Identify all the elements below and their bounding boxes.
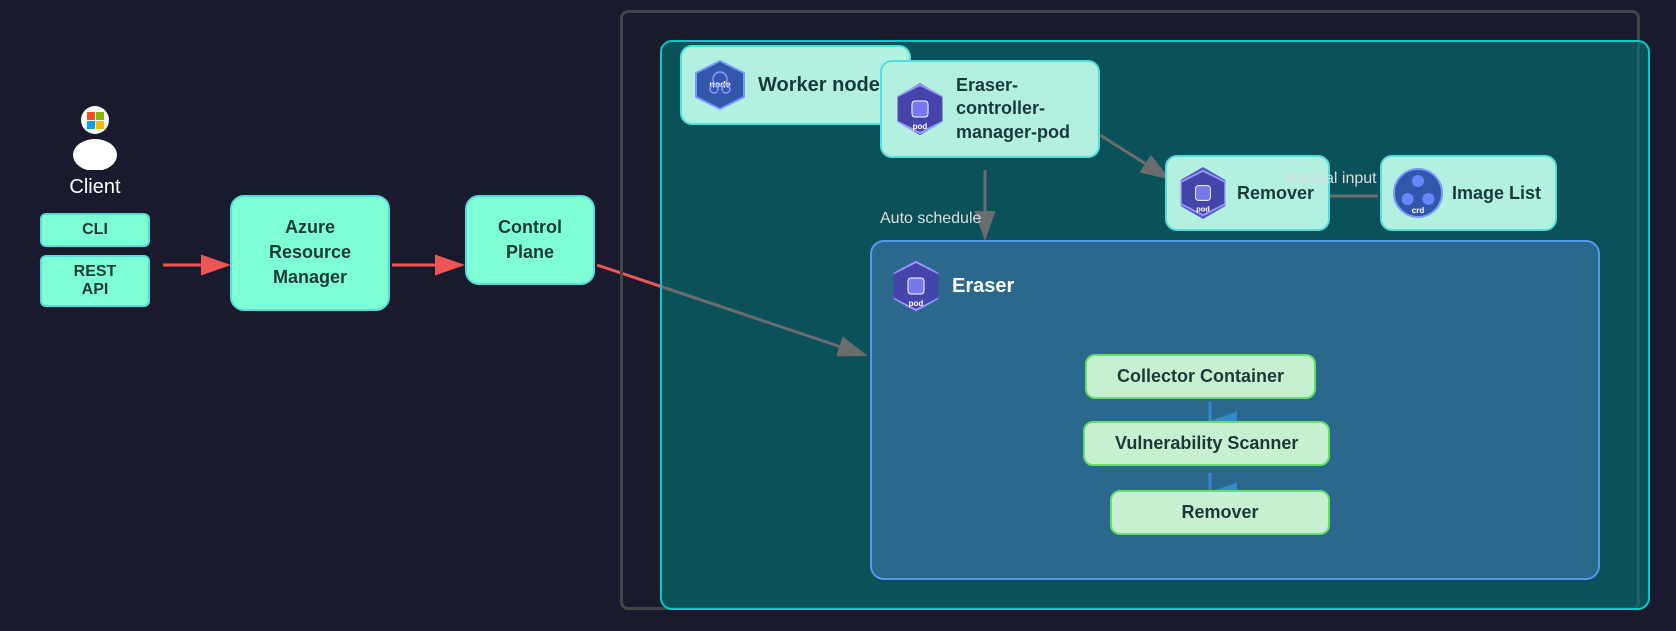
auto-schedule-label: Auto schedule	[880, 210, 981, 228]
control-plane-box: Control Plane	[465, 195, 595, 285]
azure-resource-manager-box: Azure Resource Manager	[230, 195, 390, 311]
client-icon	[60, 100, 130, 170]
collector-container-box: Collector Container	[1085, 354, 1316, 399]
worker-nodes-label: Worker nodes	[758, 74, 891, 97]
vulnerability-scanner-box: Vulnerability Scanner	[1083, 421, 1330, 466]
cli-box: CLI	[40, 213, 150, 247]
image-list-box: crd Image List	[1380, 155, 1557, 231]
eraser-ctrl-label: Eraser-controller-manager-pod	[956, 74, 1082, 144]
client-section: Client CLI REST API	[30, 100, 160, 311]
svg-text:pod: pod	[1196, 204, 1210, 213]
worker-nodes-box: node Worker nodes	[680, 45, 911, 125]
rest-api-box: REST API	[40, 255, 150, 307]
client-label: Client	[69, 176, 120, 199]
remover-pod-box: pod Remover	[1165, 155, 1330, 231]
eraser-controller-box: pod Eraser-controller-manager-pod	[880, 60, 1100, 158]
image-list-label: Image List	[1452, 183, 1541, 204]
eraser-ctrl-pod-icon: pod	[894, 83, 946, 135]
eraser-pod-icon: pod	[890, 260, 942, 312]
svg-text:node: node	[709, 79, 731, 89]
crd-icon: crd	[1392, 167, 1444, 219]
manual-input-label: Manual input	[1285, 170, 1377, 188]
remover-container-box: Remover	[1110, 490, 1330, 535]
diagram-canvas: Client CLI REST API Azure Resource Manag…	[0, 0, 1676, 631]
eraser-pod-box: pod Eraser	[890, 260, 1014, 312]
svg-text:pod: pod	[909, 299, 924, 308]
remover-pod-icon: pod	[1177, 167, 1229, 219]
svg-text:crd: crd	[1412, 206, 1425, 215]
eraser-pod-label: Eraser	[952, 275, 1014, 298]
svg-text:pod: pod	[913, 122, 928, 131]
node-icon: node	[694, 59, 746, 111]
